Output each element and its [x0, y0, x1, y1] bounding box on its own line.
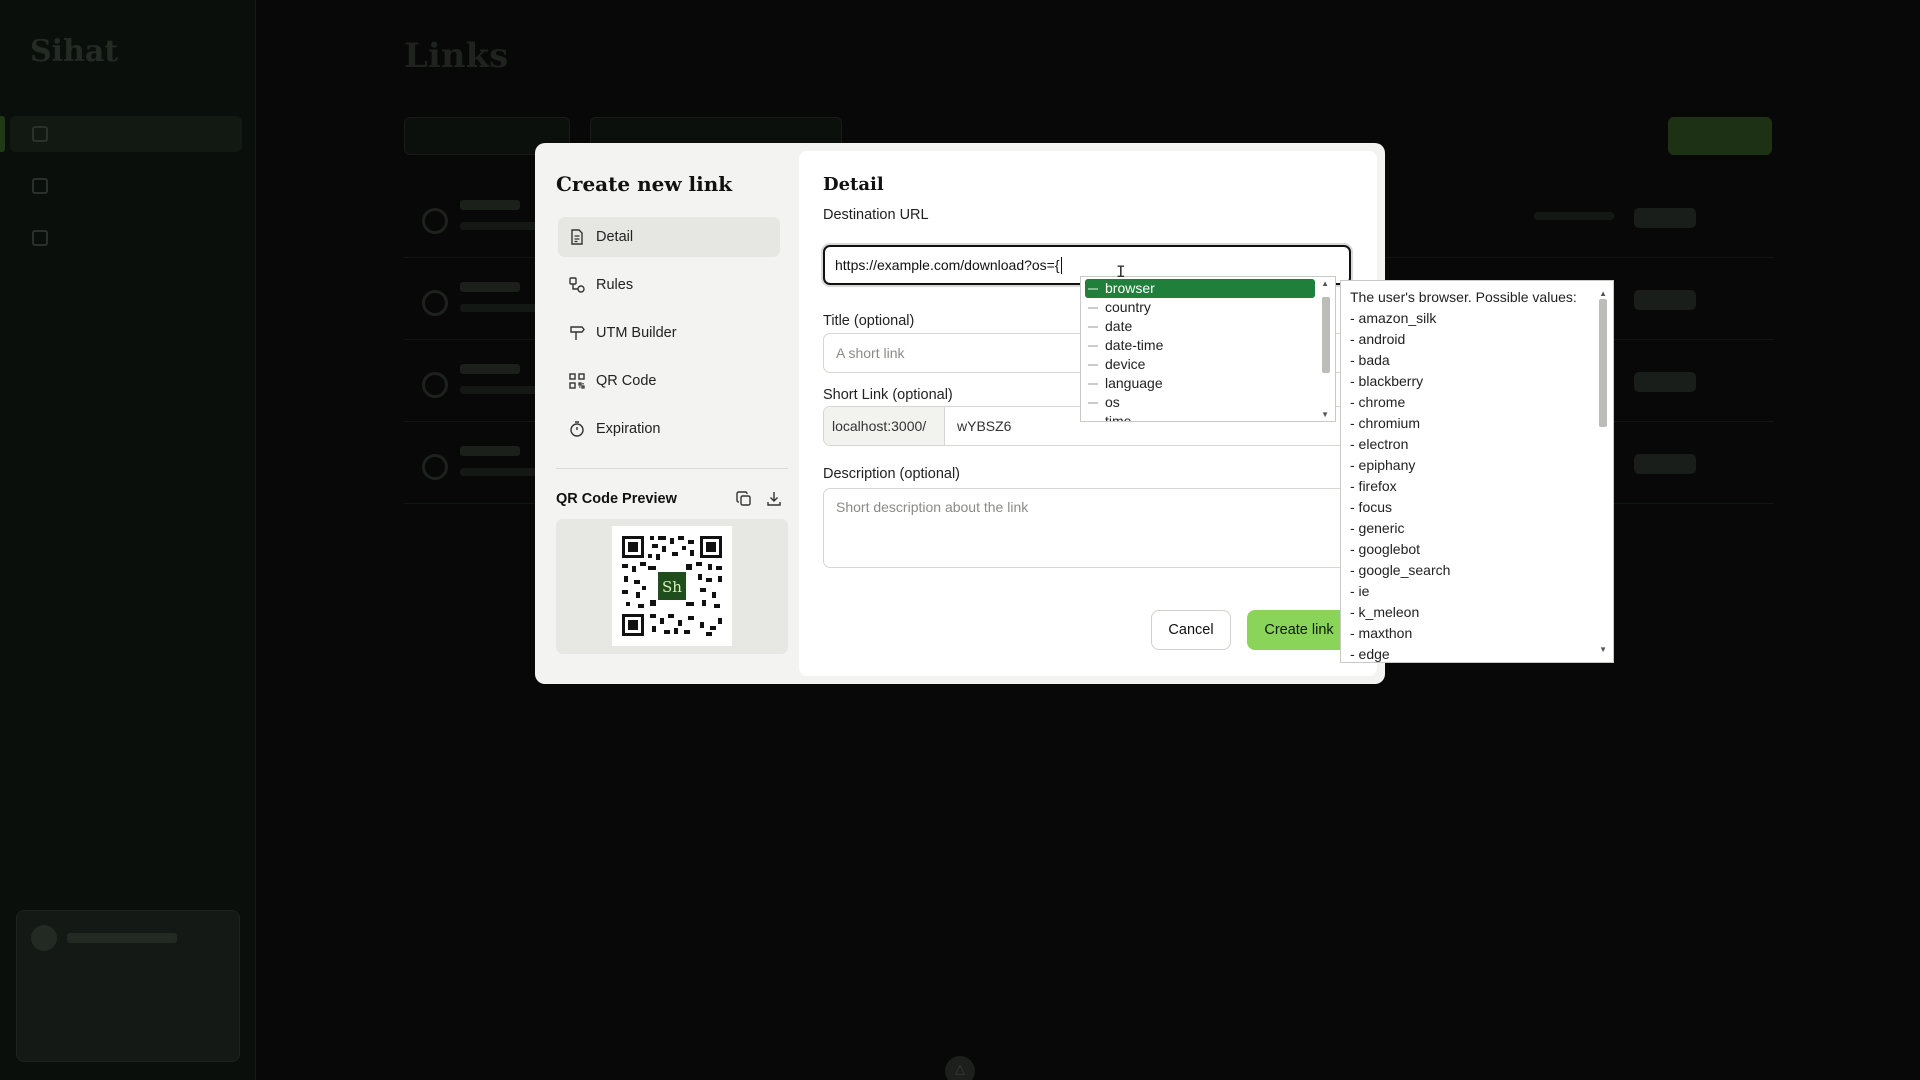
autocomplete-documentation: The user's browser. Possible values: - a… — [1340, 280, 1614, 663]
doc-value: - chrome — [1350, 394, 1406, 410]
destination-url-label: Destination URL — [823, 207, 929, 223]
scroll-down-arrow-icon[interactable]: ▼ — [1599, 639, 1607, 660]
sidebar-item-2[interactable] — [10, 168, 242, 204]
create-link-button[interactable]: Create link — [1247, 610, 1351, 650]
title-placeholder: A short link — [836, 345, 905, 361]
chart-icon — [32, 178, 48, 194]
scroll-down-arrow-icon[interactable]: ▼ — [1321, 410, 1329, 419]
divider — [556, 468, 788, 469]
menu-item-utm-builder[interactable]: UTM Builder — [558, 313, 780, 353]
doc-value: - k_meleon — [1350, 604, 1420, 620]
text-caret — [1060, 256, 1062, 274]
signpost-icon — [570, 326, 585, 340]
rules-icon — [569, 277, 585, 293]
qr-code-image: Sh — [612, 526, 732, 646]
link-icon — [32, 126, 48, 142]
menu-item-label: UTM Builder — [596, 325, 677, 341]
destination-url-value: https://example.com/download?os={ — [835, 257, 1060, 273]
doc-value: - electron — [1350, 436, 1409, 452]
autocomplete-item-date-time[interactable]: date-time — [1081, 336, 1335, 355]
sidebar-item-links[interactable] — [10, 116, 242, 152]
qr-code-pattern: Sh — [622, 536, 722, 636]
doc-value: - edge — [1350, 646, 1390, 662]
doc-value: - generic — [1350, 520, 1405, 536]
modal-sidebar: Create new link Detail Rules UTM Builder… — [535, 143, 799, 684]
doc-title: The user's browser. Possible values: — [1350, 289, 1577, 305]
autocomplete-item-browser[interactable]: browser — [1085, 279, 1315, 298]
menu-item-label: Detail — [596, 229, 634, 245]
doc-value: - chromium — [1350, 415, 1421, 431]
autocomplete-list[interactable]: browser country date date-time device la… — [1080, 276, 1336, 422]
scroll-up-arrow-icon[interactable]: ▲ — [1321, 279, 1329, 288]
scrollbar-thumb[interactable] — [1322, 297, 1330, 373]
autocomplete-item-date[interactable]: date — [1081, 317, 1335, 336]
download-icon[interactable] — [765, 490, 783, 508]
timer-icon — [570, 421, 584, 437]
title-label: Title (optional) — [823, 313, 915, 329]
doc-value: - maxthon — [1350, 625, 1413, 641]
short-link-label: Short Link (optional) — [823, 387, 953, 403]
menu-item-qr-code[interactable]: QR Code — [558, 361, 780, 401]
document-icon — [571, 229, 583, 245]
sidebar-item-3[interactable] — [10, 220, 242, 256]
menu-item-label: Rules — [596, 277, 634, 293]
scrollbar-thumb[interactable] — [1599, 299, 1607, 427]
menu-item-expiration[interactable]: Expiration — [558, 409, 780, 449]
bg-create-button[interactable] — [1668, 117, 1772, 155]
gear-icon — [32, 230, 48, 246]
autocomplete-item-os[interactable]: os — [1081, 393, 1335, 412]
doc-value: - android — [1350, 331, 1406, 347]
app-logo: Sihat — [30, 34, 119, 69]
doc-value: - ie — [1350, 583, 1370, 599]
text-cursor-icon: I — [1116, 262, 1126, 281]
doc-value: - googlebot — [1350, 541, 1421, 557]
user-card[interactable] — [16, 910, 240, 1062]
doc-value: - firefox — [1350, 478, 1397, 494]
doc-value: - blackberry — [1350, 373, 1424, 389]
description-textarea[interactable]: Short description about the link — [823, 488, 1351, 568]
description-label: Description (optional) — [823, 466, 961, 482]
modal-title: Create new link — [556, 172, 733, 196]
avatar — [31, 925, 57, 951]
doc-value: - google_search — [1350, 562, 1451, 578]
devtools-icon[interactable]: △ — [945, 1056, 975, 1080]
detail-title: Detail — [823, 174, 884, 195]
menu-item-rules[interactable]: Rules — [558, 265, 780, 305]
menu-item-detail[interactable]: Detail — [558, 217, 780, 257]
short-link-prefix: localhost:3000/ — [824, 407, 945, 445]
short-link-code[interactable]: wYBSZ6 — [945, 407, 1011, 445]
qr-center-logo: Sh — [662, 578, 682, 596]
menu-item-label: QR Code — [596, 373, 657, 389]
autocomplete-item-time[interactable]: time — [1081, 412, 1335, 421]
qr-preview: Sh — [556, 519, 788, 654]
copy-icon[interactable] — [735, 490, 753, 508]
sidebar: Sihat — [0, 0, 256, 1080]
menu-item-label: Expiration — [596, 421, 661, 437]
active-indicator — [0, 116, 5, 152]
autocomplete-item-device[interactable]: device — [1081, 355, 1335, 374]
description-placeholder: Short description about the link — [836, 499, 1029, 515]
page-title: Links — [404, 36, 509, 76]
cancel-button[interactable]: Cancel — [1151, 610, 1231, 650]
modal-menu: Detail Rules UTM Builder QR Code Expirat… — [558, 217, 780, 457]
qr-code-icon — [569, 373, 585, 389]
doc-value: - focus — [1350, 499, 1393, 515]
autocomplete-item-country[interactable]: country — [1081, 298, 1335, 317]
doc-value: - amazon_silk — [1350, 310, 1437, 326]
doc-value: - bada — [1350, 352, 1390, 368]
autocomplete-item-language[interactable]: language — [1081, 374, 1335, 393]
doc-value: - epiphany — [1350, 457, 1416, 473]
qr-preview-label: QR Code Preview — [556, 491, 677, 507]
